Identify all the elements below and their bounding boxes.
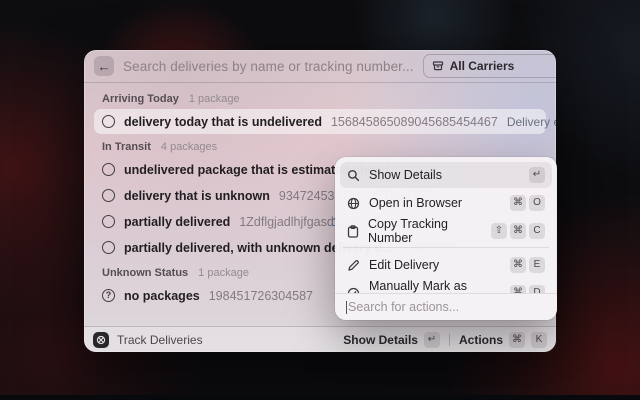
menu-item-label: Copy Tracking Number [368, 217, 482, 245]
section-count: 4 packages [161, 141, 217, 153]
extension-icon [93, 332, 109, 348]
search-input[interactable]: Search deliveries by name or tracking nu… [123, 59, 414, 74]
menu-item-edit-delivery[interactable]: Edit Delivery ⌘ E [340, 252, 552, 278]
action-menu: Show Details ↵ Open in Browser ⌘ O Copy … [335, 157, 557, 320]
delivery-title: partially delivered [124, 215, 230, 229]
progress-ring-icon [102, 163, 115, 176]
shift-keycap: ⇧ [491, 223, 507, 239]
section-count: 1 package [198, 267, 249, 279]
section-title: In Transit [102, 141, 151, 153]
pencil-icon [347, 259, 360, 272]
menu-item-keys: ⇧ ⌘ C [491, 223, 545, 239]
delivery-meta: Delivery expected today USPS [507, 115, 556, 129]
section-arriving-today: Arriving Today 1 package [94, 87, 546, 109]
action-search-input[interactable]: Search for actions... [335, 293, 557, 320]
question-mark-icon: ? [102, 289, 115, 302]
globe-icon [347, 197, 360, 210]
return-keycap: ↵ [424, 332, 440, 348]
menu-item-keys: ↵ [529, 167, 545, 183]
delivery-title: delivery that is unknown [124, 189, 270, 203]
show-details-button[interactable]: Show Details [343, 333, 418, 347]
progress-ring-icon [102, 215, 115, 228]
return-keycap: ↵ [529, 167, 545, 183]
menu-item-open-in-browser[interactable]: Open in Browser ⌘ O [340, 190, 552, 216]
footer-separator [449, 334, 450, 346]
section-title: Unknown Status [102, 267, 188, 279]
carriers-box-icon [432, 60, 444, 72]
delivery-title: no packages [124, 289, 200, 303]
search-icon [347, 169, 360, 182]
menu-item-keys: ⌘ O [510, 195, 545, 211]
menu-item-keys: ⌘ E [510, 257, 545, 273]
section-in-transit: In Transit 4 packages [94, 135, 546, 157]
cmd-keycap: ⌘ [510, 223, 526, 239]
list-item-delivery-today[interactable]: delivery today that is undelivered 15684… [94, 109, 546, 134]
clipboard-icon [347, 225, 359, 238]
cmd-keycap: ⌘ [509, 332, 525, 348]
progress-ring-icon [102, 241, 115, 254]
text-caret [346, 301, 347, 314]
cmd-keycap: ⌘ [510, 195, 526, 211]
search-header: ← Search deliveries by name or tracking … [84, 50, 556, 82]
tracking-number: 156845865089045685454467 [331, 115, 498, 129]
tracking-number: 198451726304587 [209, 289, 313, 303]
section-title: Arriving Today [102, 93, 179, 105]
delivery-status: Delivery expected today [507, 115, 556, 129]
back-arrow-icon: ← [98, 60, 111, 73]
menu-item-label: Show Details [369, 168, 442, 182]
menu-item-label: Open in Browser [369, 196, 462, 210]
k-keycap: K [531, 332, 547, 348]
e-keycap: E [529, 257, 545, 273]
actions-button[interactable]: Actions [459, 333, 503, 347]
delivery-title: delivery today that is undelivered [124, 115, 322, 129]
o-keycap: O [529, 195, 545, 211]
carrier-filter-label: All Carriers [450, 59, 515, 73]
section-count: 1 package [189, 93, 240, 105]
menu-item-copy-tracking-number[interactable]: Copy Tracking Number ⇧ ⌘ C [340, 218, 552, 244]
back-button[interactable]: ← [94, 56, 114, 76]
wallpaper-bottom-strip [0, 395, 640, 400]
footer-actions: Show Details ↵ Actions ⌘ K [343, 332, 547, 348]
cmd-keycap: ⌘ [510, 257, 526, 273]
menu-item-show-details[interactable]: Show Details ↵ [340, 162, 552, 188]
action-search-placeholder: Search for actions... [348, 300, 459, 314]
carrier-filter-dropdown[interactable]: All Carriers [423, 54, 556, 78]
app-name: Track Deliveries [117, 333, 203, 347]
progress-ring-icon [102, 115, 115, 128]
progress-ring-icon [102, 189, 115, 202]
menu-divider [343, 247, 549, 248]
c-keycap: C [529, 223, 545, 239]
menu-item-label: Edit Delivery [369, 258, 439, 272]
status-bar: Track Deliveries Show Details ↵ Actions … [84, 326, 556, 352]
